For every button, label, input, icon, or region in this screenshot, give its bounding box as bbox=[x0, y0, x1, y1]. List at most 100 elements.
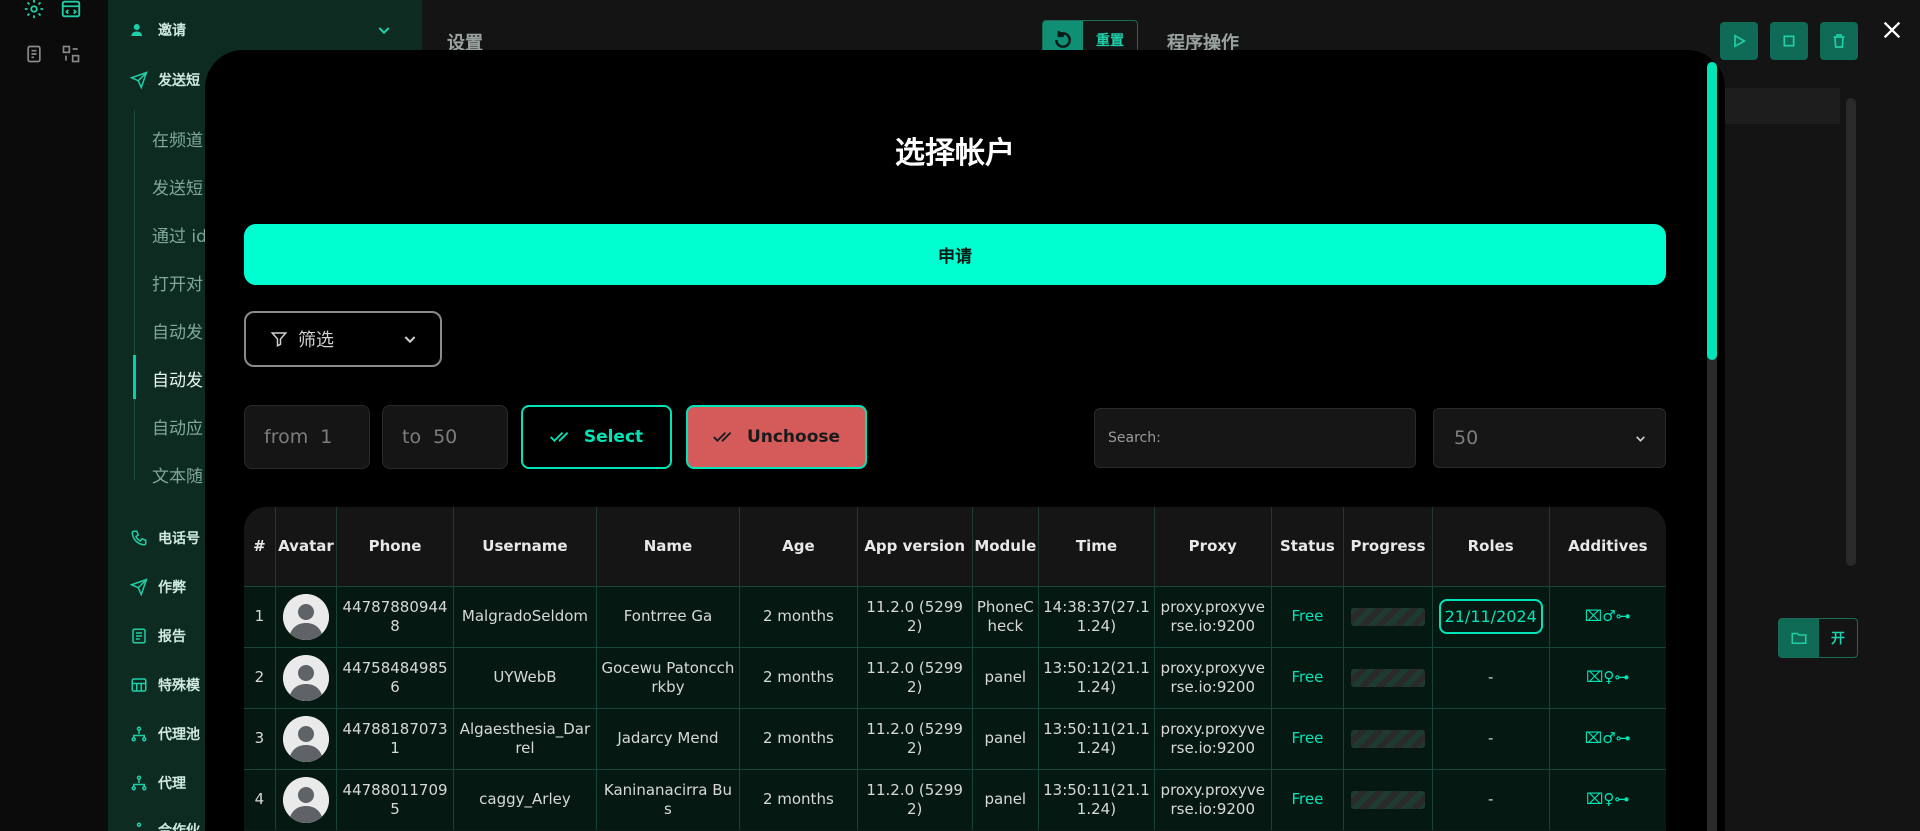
additives-icons: ⌧♂⊶ bbox=[1584, 607, 1631, 625]
unchoose-button[interactable]: Unchoose bbox=[686, 405, 867, 469]
per-page-value: 50 bbox=[1454, 427, 1479, 449]
col-header[interactable]: Roles bbox=[1432, 507, 1550, 586]
close-button[interactable] bbox=[1874, 12, 1910, 48]
table-row[interactable]: 2 447584849856 UYWebB Gocewu Patoncchrkby 2 … bbox=[244, 647, 1666, 708]
roles-value: - bbox=[1487, 729, 1494, 747]
sub-item[interactable]: 文本随 bbox=[152, 462, 203, 487]
sidebar-item-invite[interactable]: 邀请 bbox=[130, 20, 392, 40]
select-button[interactable]: Select bbox=[521, 405, 672, 469]
col-header[interactable]: Age bbox=[739, 507, 858, 586]
sub-item[interactable]: 通过 id bbox=[152, 222, 207, 247]
sidebar-item-send[interactable]: 发送短 bbox=[130, 70, 200, 90]
col-header[interactable]: Proxy bbox=[1154, 507, 1272, 586]
col-header[interactable]: Progress bbox=[1343, 507, 1433, 586]
sidebar-item-label: 代理池 bbox=[158, 727, 200, 743]
swap-icon[interactable] bbox=[58, 41, 84, 67]
role-date-badge[interactable]: 21/11/2024 bbox=[1438, 599, 1543, 634]
filter-label: 筛选 bbox=[298, 330, 334, 351]
close-icon bbox=[1883, 21, 1901, 39]
avatar bbox=[282, 776, 329, 823]
progress-bar bbox=[1350, 729, 1425, 748]
sidebar-item-partner[interactable]: 合作伙 bbox=[130, 820, 200, 831]
age-cell: 2 months bbox=[739, 769, 858, 830]
apply-button[interactable]: 申请 bbox=[244, 224, 1666, 285]
proxy-cell: proxy.proxyverse.io:9200 bbox=[1154, 769, 1272, 830]
code-window-icon[interactable] bbox=[58, 0, 84, 22]
stop-button[interactable] bbox=[1770, 22, 1808, 60]
sub-item[interactable]: 在频道 bbox=[152, 126, 203, 151]
sidebar-item-report[interactable]: 报告 bbox=[130, 626, 186, 646]
settings-icon[interactable] bbox=[21, 0, 47, 22]
sidebar-item-proxy[interactable]: 代理 bbox=[130, 773, 186, 793]
col-header[interactable]: # bbox=[244, 507, 276, 586]
col-header[interactable]: Time bbox=[1038, 507, 1155, 586]
sub-menu-line bbox=[134, 110, 135, 480]
col-header[interactable]: Phone bbox=[336, 507, 454, 586]
folder-toggle[interactable]: 开 bbox=[1778, 618, 1858, 658]
col-header[interactable]: Additives bbox=[1549, 507, 1666, 586]
col-header[interactable]: Username bbox=[453, 507, 597, 586]
avatar bbox=[282, 593, 329, 640]
col-header[interactable]: Module bbox=[972, 507, 1040, 586]
roles-cell: - bbox=[1432, 708, 1550, 769]
module-cell: panel bbox=[972, 647, 1040, 708]
from-input[interactable]: from 1 bbox=[244, 405, 370, 469]
additives-icons: ⌧♀⊶ bbox=[1586, 790, 1630, 809]
status-cell: Free bbox=[1271, 708, 1345, 769]
sub-item[interactable]: 发送短 bbox=[152, 174, 203, 199]
avatar-cell bbox=[275, 586, 338, 647]
sidebar-item-cheat[interactable]: 作弊 bbox=[130, 577, 186, 597]
time-cell: 13:50:12(21.11.24) bbox=[1038, 647, 1155, 708]
proxy-cell: proxy.proxyverse.io:9200 bbox=[1154, 586, 1272, 647]
username-cell: MalgradoSeldom bbox=[453, 586, 597, 647]
col-header[interactable]: Avatar bbox=[275, 507, 338, 586]
filter-dropdown[interactable]: 筛选 bbox=[244, 311, 442, 367]
sub-item[interactable]: 自动发 bbox=[152, 318, 203, 343]
icon-rail bbox=[0, 0, 108, 831]
sidebar-item-label: 电话号 bbox=[158, 531, 200, 547]
sub-item[interactable]: 打开对 bbox=[152, 270, 203, 295]
sidebar-item-special[interactable]: 特殊模 bbox=[130, 675, 200, 695]
time-cell: 13:50:11(21.11.24) bbox=[1038, 769, 1155, 830]
document-icon[interactable] bbox=[21, 41, 47, 67]
additives-cell: ⌧♂⊶ bbox=[1549, 708, 1666, 769]
table-row[interactable]: 1 447878809448 MalgradoSeldom Fontrree Ga 2 … bbox=[244, 586, 1666, 647]
app-version-cell: 11.2.0 (52992) bbox=[857, 769, 973, 830]
table-row[interactable]: 3 447881870731 Algaesthesia_Darrel Jadarcy … bbox=[244, 708, 1666, 769]
filter-icon bbox=[270, 332, 288, 347]
module-cell: panel bbox=[972, 708, 1040, 769]
sub-item-active[interactable]: 自动发 bbox=[152, 366, 203, 391]
active-indicator bbox=[133, 355, 136, 399]
row-number: 3 bbox=[244, 708, 276, 769]
col-header[interactable]: Name bbox=[596, 507, 740, 586]
double-check-icon bbox=[549, 431, 569, 442]
per-page-select[interactable]: 50 bbox=[1433, 408, 1666, 468]
roles-cell: - bbox=[1432, 769, 1550, 830]
delete-button[interactable] bbox=[1820, 22, 1858, 60]
search-field[interactable] bbox=[1094, 408, 1416, 468]
double-check-icon bbox=[713, 431, 732, 442]
age-cell: 2 months bbox=[739, 708, 858, 769]
play-button[interactable] bbox=[1720, 22, 1758, 60]
sidebar-item-label: 代理 bbox=[158, 776, 186, 792]
search-input[interactable] bbox=[1108, 430, 1415, 446]
progress-cell bbox=[1343, 647, 1433, 708]
app-version-cell: 11.2.0 (52992) bbox=[857, 647, 973, 708]
sidebar-item-proxy-pool[interactable]: 代理池 bbox=[130, 724, 200, 744]
col-header[interactable]: Status bbox=[1271, 507, 1345, 586]
user-icon bbox=[282, 776, 329, 823]
additives-cell: ⌧♂⊶ bbox=[1549, 586, 1666, 647]
modal-scrollbar-thumb[interactable] bbox=[1707, 62, 1717, 360]
table-row[interactable]: 4 447880117095 caggy_Arley Kaninanacirra Bu… bbox=[244, 769, 1666, 830]
avatar bbox=[282, 654, 329, 701]
sub-item[interactable]: 自动应 bbox=[152, 414, 203, 439]
log-scrollbar[interactable] bbox=[1846, 98, 1856, 566]
col-header[interactable]: App version bbox=[857, 507, 973, 586]
username-cell: Algaesthesia_Darrel bbox=[453, 708, 597, 769]
avatar-cell bbox=[275, 647, 338, 708]
sidebar-item-label: 作弊 bbox=[158, 580, 186, 596]
additives-cell: ⌧♀⊶ bbox=[1549, 647, 1666, 708]
module-cell: panel bbox=[972, 769, 1040, 830]
to-input[interactable]: to 50 bbox=[382, 405, 508, 469]
sidebar-item-phone[interactable]: 电话号 bbox=[130, 528, 200, 548]
